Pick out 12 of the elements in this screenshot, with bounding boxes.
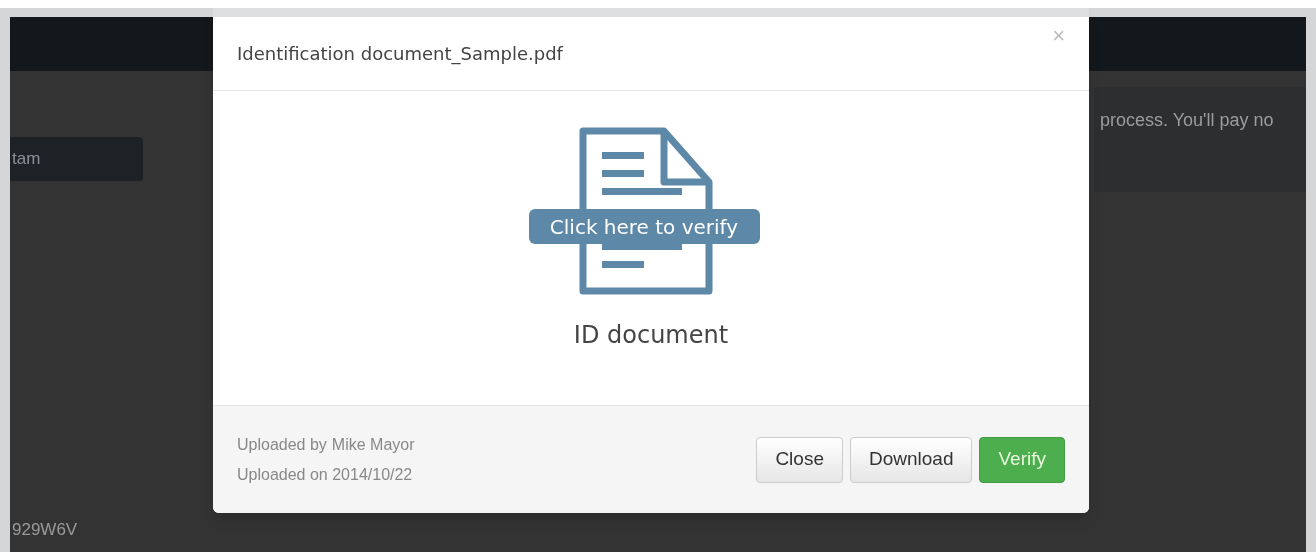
verify-button[interactable]: Verify [979,436,1065,483]
dialog-title: Identification document_Sample.pdf [237,42,563,67]
uploader-name: Mike Mayor [331,434,415,455]
verify-badge[interactable]: Click here to verify [528,209,760,244]
notice-banner: process. You'll pay no [1094,87,1306,192]
upload-date: Uploaded on 2014/10/22 [237,464,414,485]
uploaded-by-label: Uploaded by [237,434,327,455]
dialog-button[interactable]: Download [849,436,973,483]
document-label: ID document [573,320,729,351]
code-text: 929W6V [11,518,79,541]
sidebar-button[interactable]: tam [10,137,143,181]
dialog-button[interactable]: Close [756,436,843,483]
